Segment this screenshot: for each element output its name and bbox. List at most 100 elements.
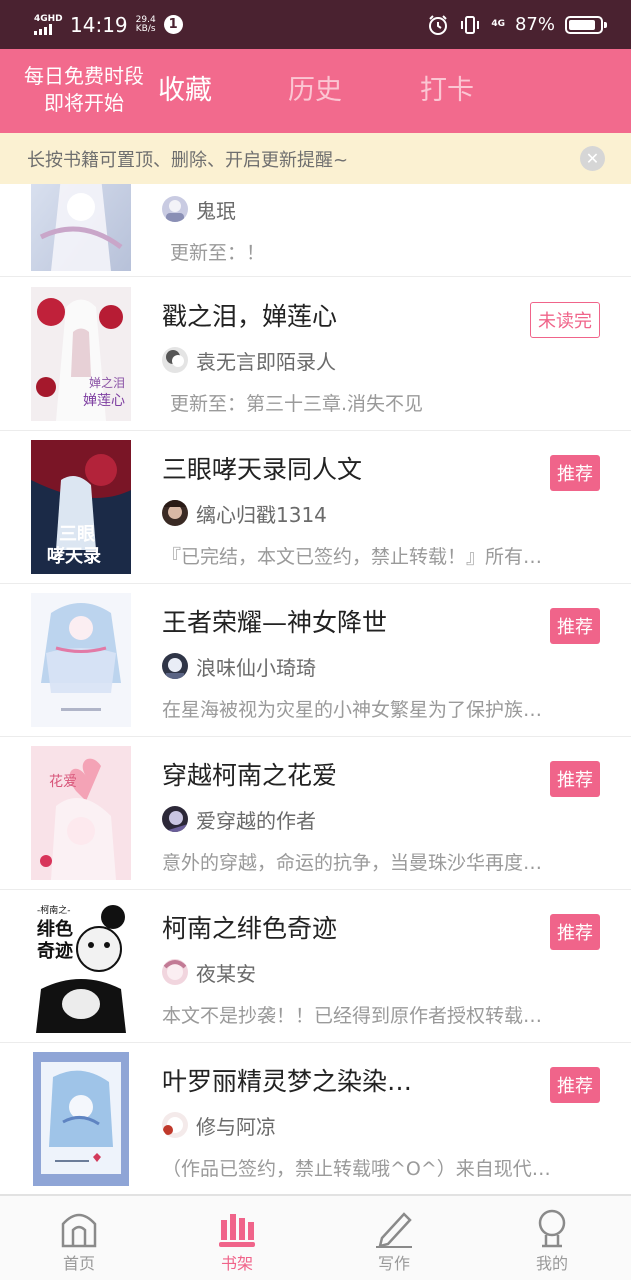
vibrate-icon	[461, 15, 480, 34]
close-icon[interactable]: ✕	[580, 146, 605, 171]
recommend-badge: 推荐	[550, 1067, 600, 1103]
recommend-badge: 推荐	[550, 608, 600, 644]
book-desc: （作品已签约，禁止转载哦^O^）来自现代…	[162, 1158, 551, 1180]
promo-line-1: 每日免费时段	[24, 64, 144, 88]
book-desc: 在星海被视为灾星的小神女繁星为了保护族…	[162, 699, 543, 721]
book-row[interactable]: 王者荣耀—神女降世 推荐 浪味仙小琦琦 在星海被视为灾星的小神女繁星为了保护族…	[0, 584, 631, 737]
book-title: 叶罗丽精灵梦之染染…	[162, 1067, 413, 1096]
author-avatar	[162, 347, 188, 373]
book-row[interactable]: 花爱 穿越柯南之花爱 推荐 爱穿越的作者 意外的穿越，命运的抗争，当曼珠沙华再度…	[0, 737, 631, 890]
book-row[interactable]: 叶罗丽精灵梦之染染… 推荐 修与阿凉 （作品已签约，禁止转载哦^O^）来自现代…	[0, 1043, 631, 1194]
status-left: 4GHD 14:19 29.4 KB/s 1	[34, 0, 183, 49]
profile-icon	[538, 1209, 566, 1248]
author-name: 袁无言即陌录人	[196, 349, 336, 374]
status-right: 4G 87%	[427, 0, 607, 49]
book-title: 戳之泪，婵莲心	[162, 302, 338, 331]
book-author: 夜某安	[162, 959, 256, 986]
author-name: 修与阿凉	[196, 1114, 276, 1139]
book-row[interactable]: 鬼珉 更新至：！	[0, 184, 631, 277]
author-avatar	[162, 500, 188, 526]
book-title: 柯南之绯色奇迹	[162, 914, 338, 943]
book-row[interactable]: -柯南之- 绯色 奇迹 柯南之绯色奇迹 推荐 夜某安 本文不是抄袭！！已经得到原…	[0, 890, 631, 1043]
pen-icon	[376, 1212, 412, 1248]
network-speed: 29.4 KB/s	[135, 15, 156, 34]
cover-title-0: -柯南之-	[37, 904, 71, 916]
tip-text: 长按书籍可置顶、删除、开启更新提醒~	[27, 150, 349, 171]
book-cover[interactable]: 花爱	[31, 746, 131, 880]
notification-badge: 1	[163, 15, 183, 34]
book-update: 更新至：！	[170, 242, 266, 264]
nav-home[interactable]: 首页	[19, 1196, 139, 1280]
tab-history[interactable]: 历史	[288, 73, 342, 109]
mobile-data-indicator: 4G	[491, 19, 505, 29]
author-name: 鬼珉	[196, 198, 236, 223]
promo-line-2: 即将开始	[44, 91, 124, 115]
book-cover[interactable]: -柯南之- 绯色 奇迹	[31, 899, 131, 1033]
book-author: 袁无言即陌录人	[162, 347, 336, 374]
book-author: 爱穿越的作者	[162, 806, 316, 833]
book-title: 穿越柯南之花爱	[162, 761, 338, 790]
tip-bar: 长按书籍可置顶、删除、开启更新提醒~ ✕	[0, 133, 631, 184]
nav-profile[interactable]: 我的	[492, 1196, 612, 1280]
clock: 14:19	[70, 12, 128, 37]
book-cover[interactable]: 三眼 哮天录	[31, 440, 131, 574]
bookshelf-list[interactable]: 鬼珉 更新至：！ 婵之泪 婵莲心 戳之泪，婵莲心 未读完 袁无言即陌录人 更新至…	[0, 184, 631, 1194]
author-avatar	[162, 959, 188, 985]
home-icon	[61, 1213, 97, 1248]
cover-title: 花爱	[49, 774, 77, 790]
author-name: 夜某安	[196, 961, 256, 986]
book-author: 浪味仙小琦琦	[162, 653, 316, 680]
book-update: 更新至：第三十三章.消失不见	[170, 393, 424, 415]
alarm-icon	[429, 14, 448, 35]
book-title: 王者荣耀—神女降世	[162, 608, 388, 637]
author-name: 缡心归戳1314	[196, 502, 327, 527]
free-period-promo[interactable]: 每日免费时段 即将开始	[0, 63, 168, 117]
recommend-badge: 推荐	[550, 761, 600, 797]
book-desc: 『已完结，本文已签约，禁止转载！』所有…	[162, 546, 543, 568]
top-header: 每日免费时段 即将开始 收藏 历史 打卡	[0, 49, 631, 133]
cover-title-1: 三眼	[59, 524, 95, 545]
cover-title-1: 婵之泪	[89, 376, 125, 390]
book-cover[interactable]	[31, 593, 131, 727]
tab-checkin[interactable]: 打卡	[420, 73, 474, 109]
battery-icon	[565, 15, 607, 34]
book-author: 缡心归戳1314	[162, 500, 327, 527]
book-author: 鬼珉	[162, 196, 236, 223]
network-label: 4GHD	[34, 14, 63, 24]
cover-title-2: 哮天录	[47, 545, 101, 567]
author-avatar	[162, 806, 188, 832]
recommend-badge: 推荐	[550, 914, 600, 950]
battery-level	[569, 19, 596, 30]
tab-favorites[interactable]: 收藏	[158, 73, 212, 109]
book-cover[interactable]	[33, 1052, 129, 1186]
cover-title-2: 婵莲心	[83, 393, 125, 409]
speed-unit: KB/s	[135, 23, 156, 34]
status-bar: 4GHD 14:19 29.4 KB/s 1 4G 87%	[0, 0, 631, 49]
nav-bookshelf[interactable]: 书架	[177, 1196, 297, 1280]
nav-write-label: 写作	[377, 1254, 410, 1273]
book-row[interactable]: 三眼 哮天录 三眼哮天录同人文 推荐 缡心归戳1314 『已完结，本文已签约，禁…	[0, 431, 631, 584]
author-avatar	[162, 196, 188, 222]
book-desc: 意外的穿越，命运的抗争，当曼珠沙华再度…	[162, 852, 543, 874]
battery-percent: 87%	[514, 14, 555, 35]
recommend-badge: 推荐	[550, 455, 600, 491]
nav-write[interactable]: 写作	[334, 1196, 454, 1280]
author-avatar	[162, 1112, 188, 1138]
signal-icon: 4GHD	[34, 14, 64, 35]
author-name: 浪味仙小琦琦	[196, 655, 316, 680]
book-cover[interactable]: 婵之泪 婵莲心	[31, 287, 131, 421]
book-author: 修与阿凉	[162, 1112, 276, 1139]
author-avatar	[162, 653, 188, 679]
unread-badge: 未读完	[530, 302, 600, 338]
book-cover[interactable]	[31, 184, 131, 271]
bottom-nav: 首页 书架 写作 我的	[0, 1194, 631, 1280]
book-desc: 本文不是抄袭！！已经得到原作者授权转载…	[162, 1005, 543, 1027]
bookshelf-icon	[219, 1214, 255, 1247]
book-row[interactable]: 婵之泪 婵莲心 戳之泪，婵莲心 未读完 袁无言即陌录人 更新至：第三十三章.消失…	[0, 278, 631, 431]
nav-bookshelf-label: 书架	[220, 1254, 253, 1273]
nav-home-label: 首页	[62, 1254, 95, 1273]
cover-title-2: 奇迹	[37, 940, 73, 962]
author-name: 爱穿越的作者	[196, 808, 316, 833]
nav-profile-label: 我的	[535, 1254, 568, 1273]
cover-title-1: 绯色	[37, 918, 73, 940]
